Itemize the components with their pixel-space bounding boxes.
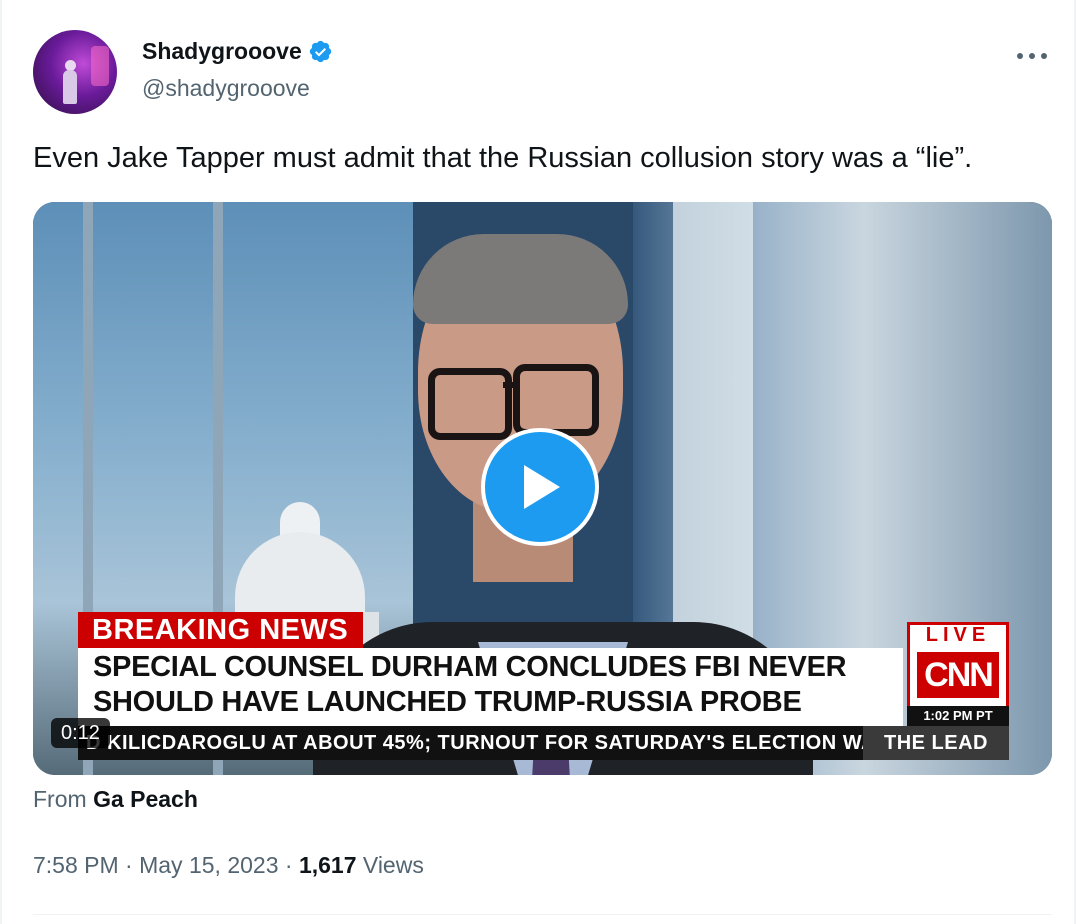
chyron-headline-line2: SHOULD HAVE LAUNCHED TRUMP-RUSSIA PROBE: [93, 686, 802, 718]
author-handle[interactable]: @shadygrooove: [142, 75, 310, 102]
video-player[interactable]: BREAKING NEWS SPECIAL COUNSEL DURHAM CON…: [33, 202, 1052, 775]
glasses-left-lens: [428, 368, 512, 440]
author-name-row: Shadygrooove: [142, 38, 333, 65]
avatar[interactable]: [33, 30, 117, 114]
tweet-text: Even Jake Tapper must admit that the Rus…: [33, 142, 973, 174]
anchor-hair: [413, 234, 628, 324]
tweet-meta: 7:58 PM · May 15, 2023 · 1,617 Views: [33, 852, 424, 879]
video-duration: 0:12: [51, 718, 110, 748]
play-icon: [524, 465, 560, 509]
play-button[interactable]: [481, 428, 599, 546]
views-count: 1,617: [298, 852, 357, 878]
live-label: LIVE: [925, 624, 991, 646]
meta-separator: ·: [284, 852, 293, 878]
frame-border-left: [0, 0, 2, 924]
show-name: THE LEAD: [863, 726, 1009, 760]
news-ticker: D KILICDAROGLU AT ABOUT 45%; TURNOUT FOR…: [78, 726, 903, 760]
views-label: Views: [362, 852, 424, 878]
glasses-right-lens: [513, 364, 599, 436]
tweet-time[interactable]: 7:58 PM: [33, 852, 119, 878]
source-prefix: From: [33, 786, 87, 812]
more-horizontal-icon[interactable]: [1015, 38, 1049, 69]
glasses-bridge: [503, 382, 517, 388]
verified-badge-icon[interactable]: [308, 39, 333, 64]
network-logo: CNN: [917, 652, 999, 698]
meta-separator: ·: [125, 852, 133, 878]
avatar-light: [91, 46, 109, 86]
broadcast-time: 1:02 PM PT: [907, 706, 1009, 726]
source-name-link[interactable]: Ga Peach: [93, 786, 198, 812]
chyron-headline-line1: SPECIAL COUNSEL DURHAM CONCLUDES FBI NEV…: [93, 651, 847, 683]
divider: [33, 914, 1052, 915]
video-source: From Ga Peach: [33, 786, 198, 813]
author-display-name[interactable]: Shadygrooove: [142, 38, 302, 65]
breaking-news-tag: BREAKING NEWS: [78, 612, 363, 648]
tweet-date[interactable]: May 15, 2023: [139, 852, 278, 878]
avatar-figure: [63, 70, 77, 104]
